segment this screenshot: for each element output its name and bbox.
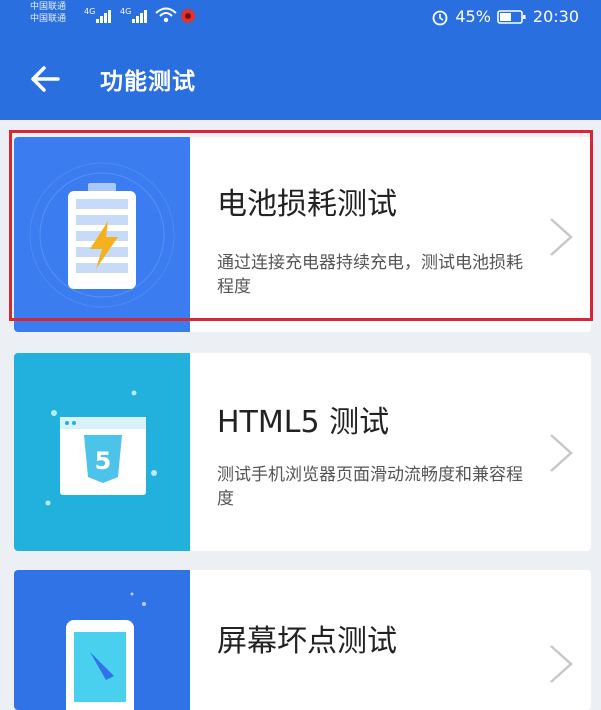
battery-thumb: [14, 137, 190, 332]
list-item-dead-pixel-test[interactable]: 屏幕坏点测试: [14, 570, 591, 710]
item-title: 屏幕坏点测试: [217, 624, 397, 659]
item-description: 通过连接充电器持续充电，测试电池损耗程度: [217, 253, 523, 297]
phone-screen-icon: [66, 592, 146, 710]
wifi-icon: [155, 7, 177, 23]
html5-icon: 5: [45, 390, 157, 506]
network-type-1: 4G: [84, 7, 95, 16]
item-title: HTML5 测试: [217, 405, 390, 440]
screen-thumb: [14, 570, 190, 710]
clock: 20:30: [532, 7, 579, 26]
right-status: 45% 20:30: [431, 7, 579, 26]
back-arrow-icon[interactable]: [28, 64, 62, 94]
carrier-2: 中国联通: [30, 14, 67, 24]
item-title: 电池损耗测试: [217, 187, 397, 222]
alarm-icon: [432, 10, 448, 25]
chevron-right-icon: [550, 645, 573, 683]
item-description: 测试手机浏览器页面滑动流畅度和兼容程度: [217, 465, 523, 509]
chevron-right-icon: [550, 434, 573, 472]
status-bar: 中国联通 中国联通 4G 4G 45% 20:30: [0, 0, 601, 38]
page-title: 功能测试: [100, 69, 196, 95]
carrier-labels: 中国联通 中国联通: [30, 1, 66, 25]
signal-icon-2: 4G: [120, 7, 147, 23]
list-item-html5-test[interactable]: 5 HTML5 测试 测试手机浏览器页面滑动流畅度和兼容程度: [14, 353, 591, 551]
svg-text:5: 5: [95, 447, 112, 475]
battery-percent: 45%: [455, 7, 491, 26]
app-bar: 中国联通 中国联通 4G 4G 45% 20:30 功能测试: [0, 0, 601, 120]
notification-icon: [181, 9, 195, 23]
battery-icon: [497, 9, 526, 24]
chevron-right-icon: [550, 218, 573, 256]
battery-charging-icon: [29, 162, 175, 308]
carrier-1: 中国联通: [30, 2, 67, 12]
signal-icon: 4G: [84, 7, 111, 23]
network-type-2: 4G: [120, 7, 131, 16]
html5-thumb: 5: [14, 353, 190, 551]
list-item-battery-test[interactable]: 电池损耗测试 通过连接充电器持续充电，测试电池损耗程度: [14, 137, 591, 332]
